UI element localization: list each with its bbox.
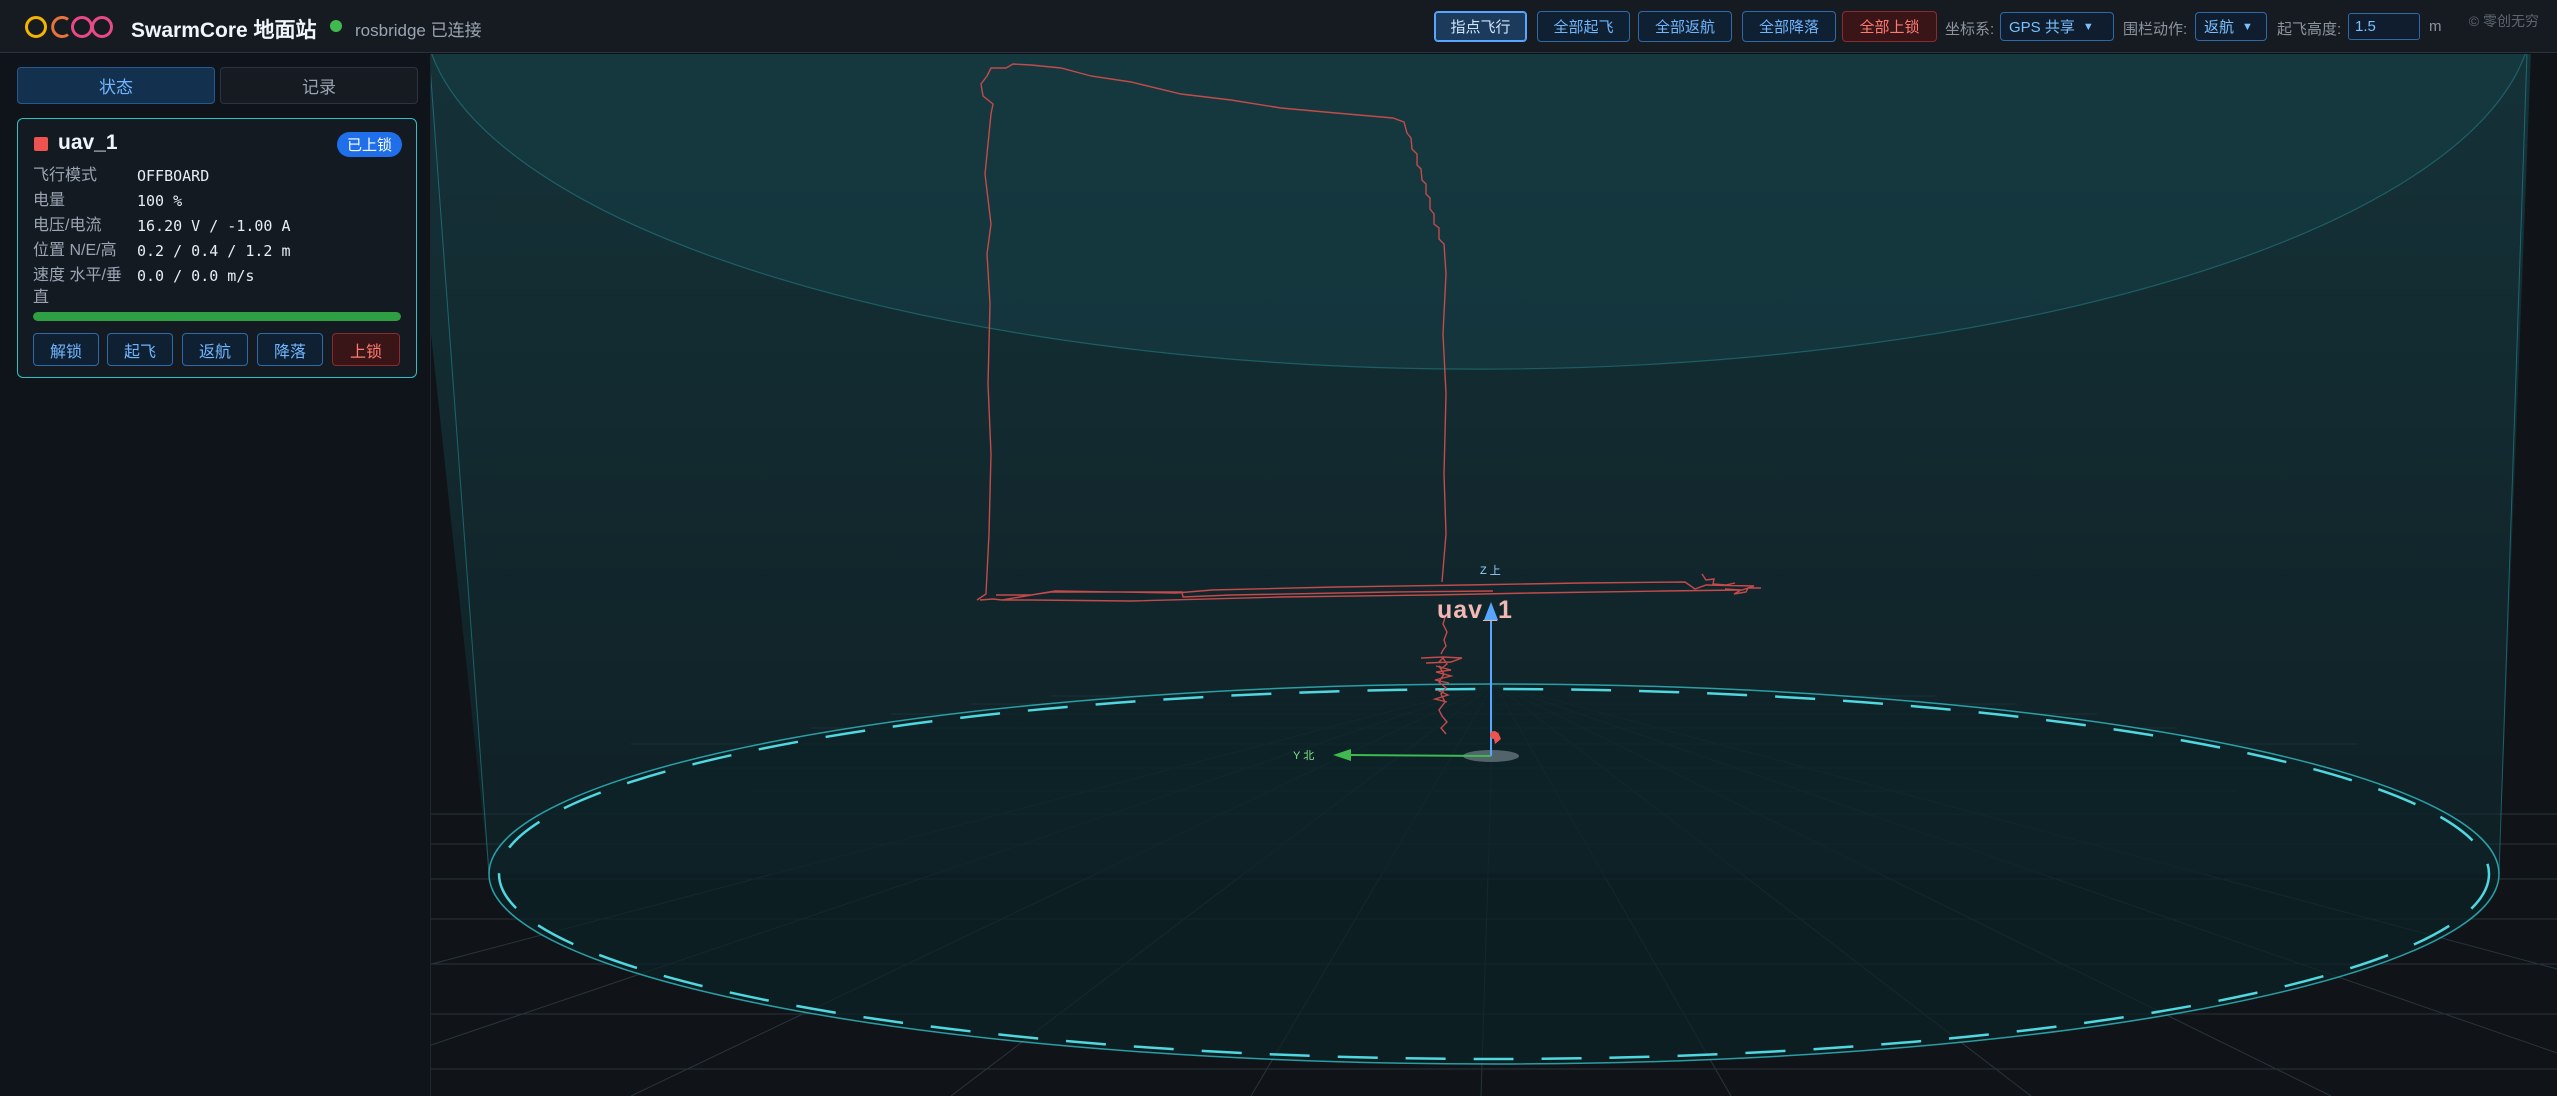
flight-mode-value: OFFBOARD xyxy=(137,167,210,185)
tab-status[interactable]: 状态 xyxy=(17,67,215,104)
sidebar: 状态 记录 uav_1 已上锁 飞行模式 OFFBOARD 电量 100 % 电… xyxy=(0,54,431,1096)
battery-bar-fill xyxy=(33,312,401,321)
takeoff-button[interactable]: 起飞 xyxy=(107,333,173,366)
takeoff-altitude-input[interactable] xyxy=(2348,13,2420,40)
land-button[interactable]: 降落 xyxy=(257,333,323,366)
3d-scene-viewport[interactable]: Z 上 uav_1 Y 北 xyxy=(431,54,2557,1096)
takeoff-altitude-unit: m xyxy=(2429,18,2442,35)
battery-bar xyxy=(33,312,401,321)
position-label: 位置 N/E/高 xyxy=(33,242,117,259)
arm-status-badge: 已上锁 xyxy=(336,132,402,157)
uav-color-swatch xyxy=(34,137,48,151)
point-fly-button[interactable]: 指点飞行 xyxy=(1434,11,1527,42)
copyright-text: © 零创无穷 xyxy=(2468,13,2539,29)
velocity-value: 0.0 / 0.0 m/s xyxy=(137,267,255,285)
battery-label: 电量 xyxy=(33,192,66,209)
all-land-button[interactable]: 全部降落 xyxy=(1742,11,1836,42)
chevron-down-icon: ▼ xyxy=(2082,20,2094,33)
all-lock-button[interactable]: 全部上锁 xyxy=(1842,11,1937,42)
uav-status-card[interactable]: uav_1 已上锁 飞行模式 OFFBOARD 电量 100 % 电压/电流 1… xyxy=(17,118,417,378)
y-axis-label: Y 北 xyxy=(1293,750,1315,762)
fence-action-label: 围栏动作: xyxy=(2123,21,2188,38)
uav-3d-label: uav_1 xyxy=(1437,596,1513,624)
battery-value: 100 % xyxy=(137,192,183,210)
all-takeoff-button[interactable]: 全部起飞 xyxy=(1537,11,1630,42)
coord-system-value: GPS 共享 xyxy=(2009,19,2075,36)
uav-name: uav_1 xyxy=(58,131,118,154)
fence-action-value: 返航 xyxy=(2204,19,2235,36)
position-value: 0.2 / 0.4 / 1.2 m xyxy=(137,242,291,260)
z-axis-label: Z 上 xyxy=(1480,565,1501,577)
flight-mode-label: 飞行模式 xyxy=(33,167,98,184)
lock-button[interactable]: 上锁 xyxy=(332,333,400,366)
all-return-button[interactable]: 全部返航 xyxy=(1638,11,1732,42)
voltage-current-label: 电压/电流 xyxy=(33,217,102,234)
voltage-current-value: 16.20 V / -1.00 A xyxy=(137,217,291,235)
geofence-cylinder xyxy=(431,54,2531,1065)
logo-rings-icon xyxy=(25,16,113,38)
app-title: SwarmCore 地面站 xyxy=(131,19,317,42)
connection-status-dot xyxy=(330,20,342,32)
unlock-button[interactable]: 解锁 xyxy=(33,333,99,366)
connection-status: rosbridge 已连接 xyxy=(355,21,482,40)
coord-system-label: 坐标系: xyxy=(1945,21,1995,38)
coord-system-select[interactable]: GPS 共享 ▼ xyxy=(2000,12,2114,41)
takeoff-altitude-label: 起飞高度: xyxy=(2277,21,2342,38)
fence-action-select[interactable]: 返航 ▼ xyxy=(2195,12,2267,41)
velocity-label: 速度 水平/垂直 xyxy=(33,267,122,306)
tab-log[interactable]: 记录 xyxy=(220,67,418,104)
top-bar: SwarmCore 地面站 rosbridge 已连接 指点飞行 全部起飞 全部… xyxy=(0,0,2557,53)
chevron-down-icon: ▼ xyxy=(2242,20,2253,33)
return-button[interactable]: 返航 xyxy=(182,333,248,366)
